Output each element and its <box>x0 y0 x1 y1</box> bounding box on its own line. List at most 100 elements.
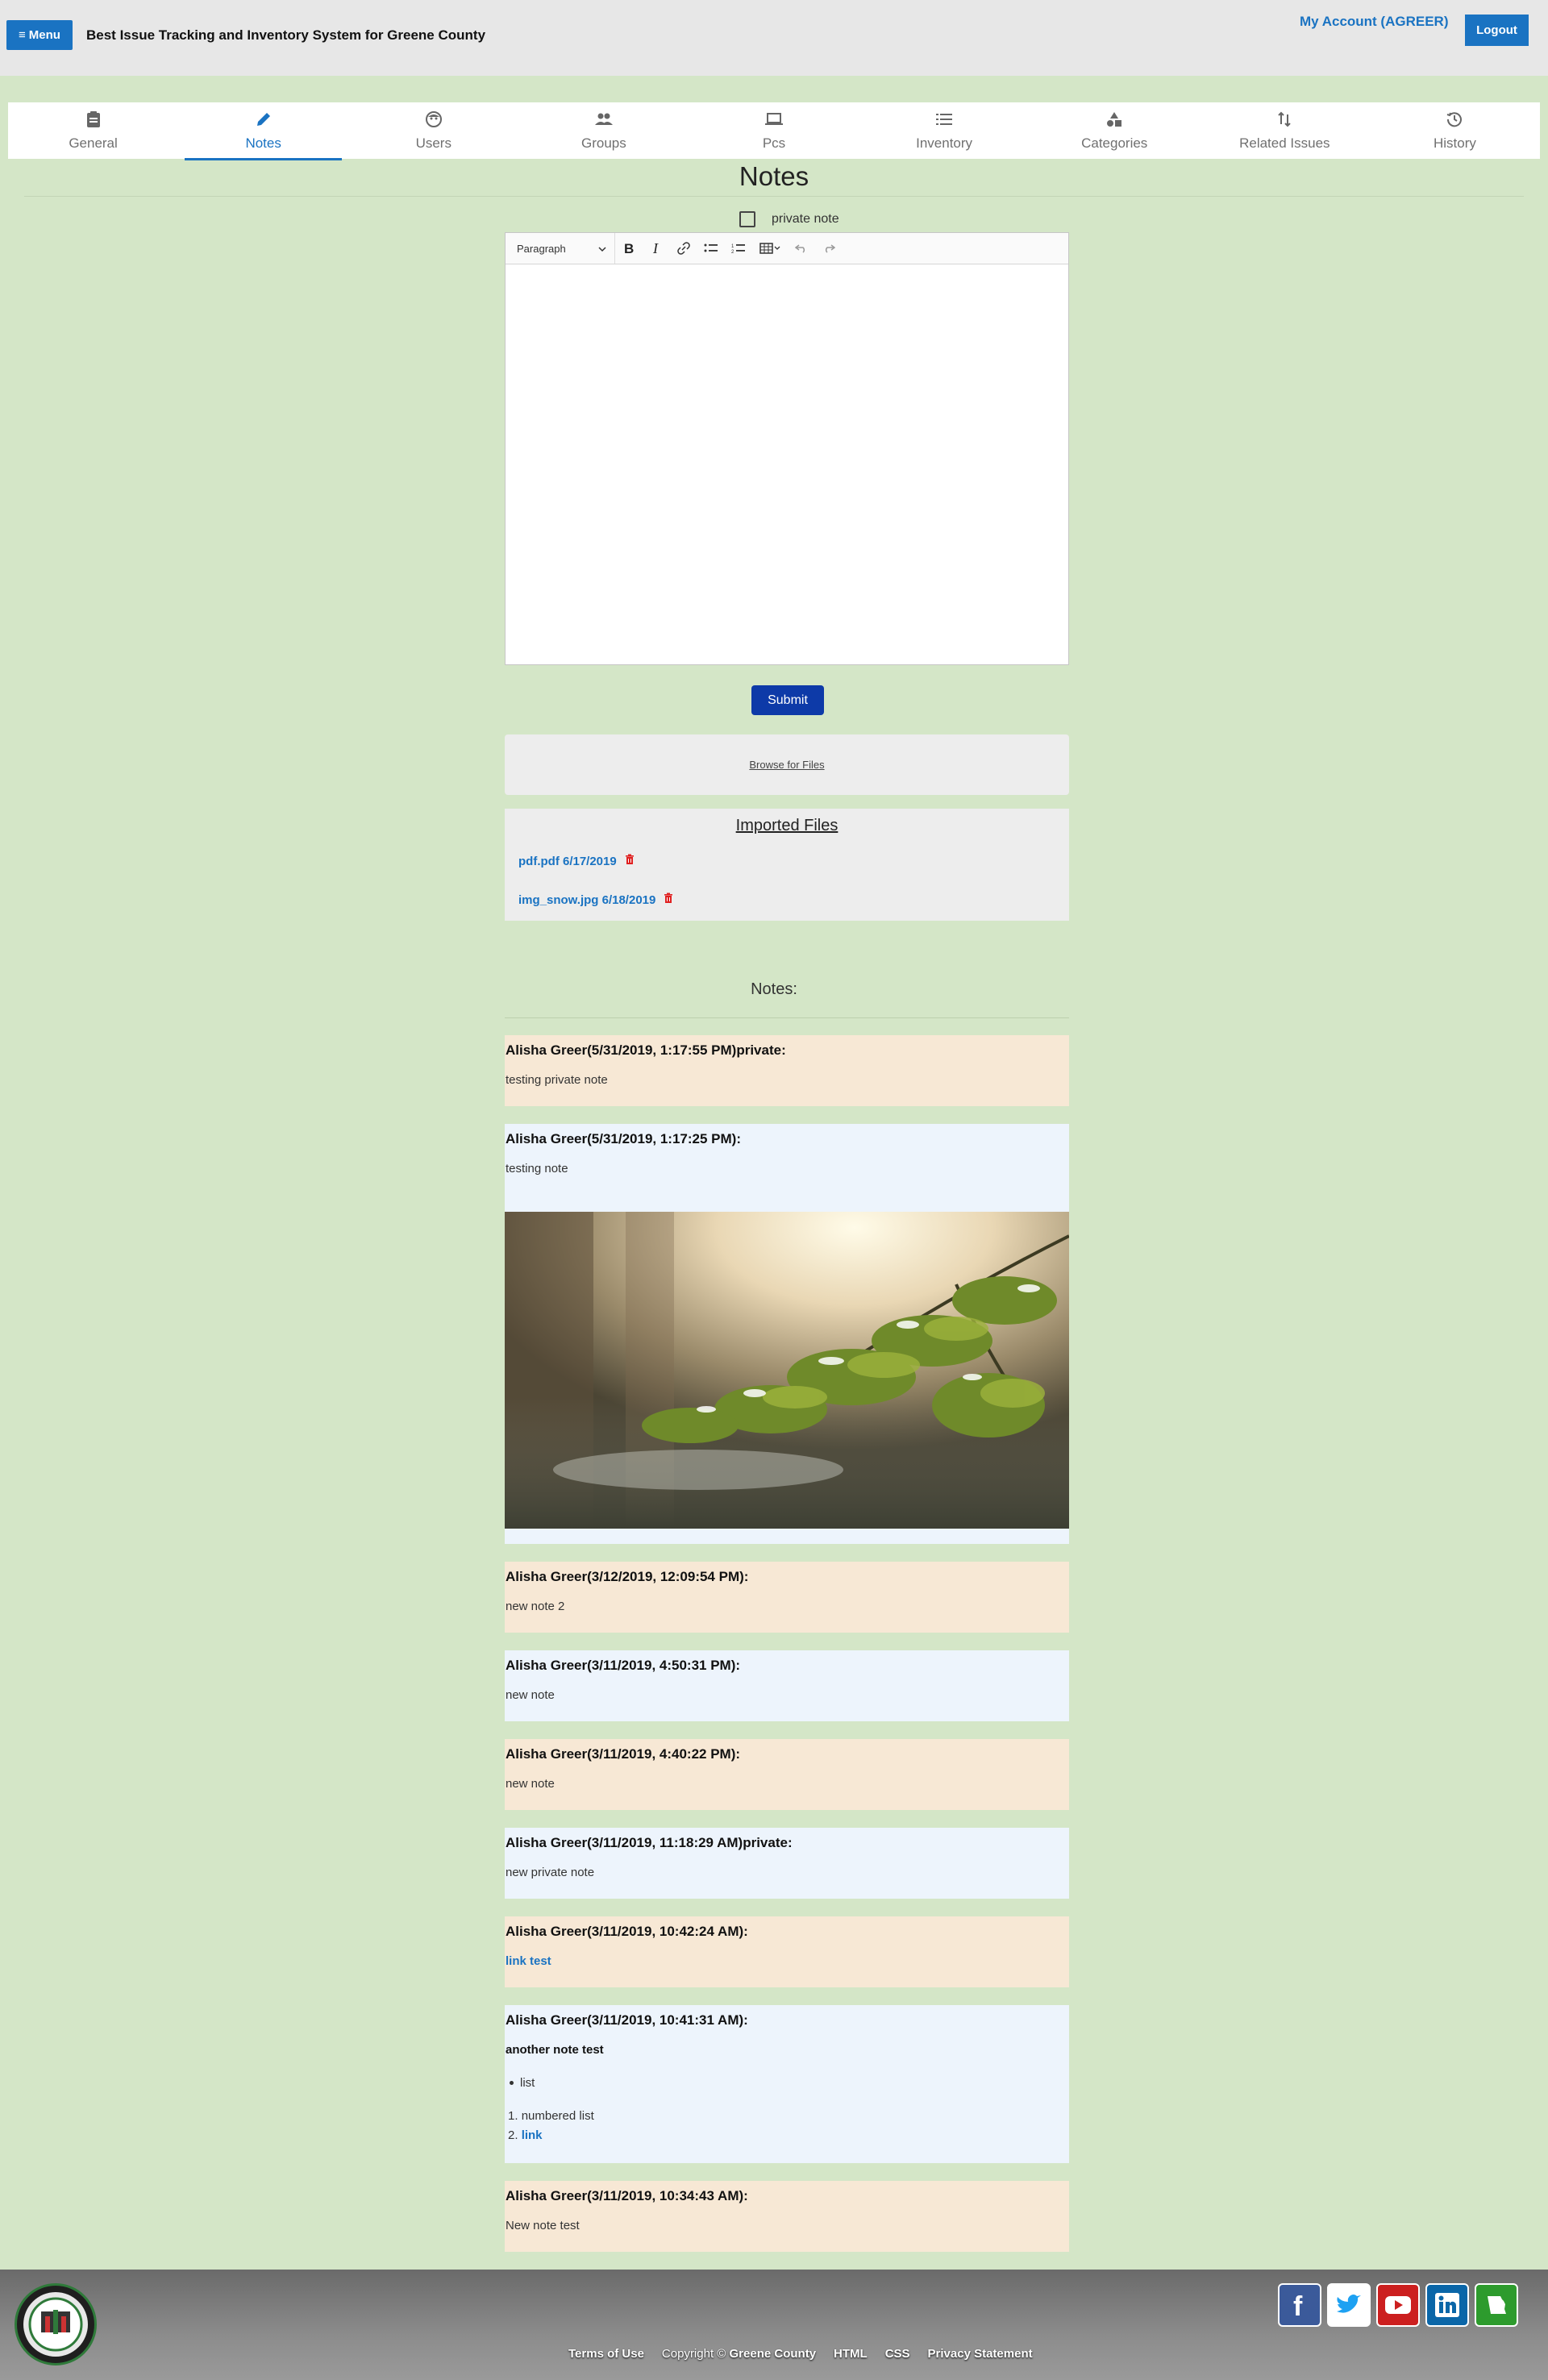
private-note-label: private note <box>772 212 839 226</box>
italic-button[interactable]: I <box>643 233 670 264</box>
note-header: Alisha Greer(3/11/2019, 11:18:29 AM)priv… <box>506 1835 793 1850</box>
bullet-list-item: list <box>510 2076 535 2090</box>
note-card: Alisha Greer(3/11/2019, 11:18:29 AM)priv… <box>505 1828 1069 1899</box>
note-text: testing private note <box>506 1073 608 1087</box>
imported-files-panel: Imported Files pdf.pdf 6/17/2019 img_sno… <box>505 809 1069 921</box>
note-card: Alisha Greer(3/11/2019, 10:34:43 AM): Ne… <box>505 2181 1069 2252</box>
note-text: new private note <box>506 1866 595 1879</box>
terms-of-use-link[interactable]: Terms of Use <box>568 2347 644 2361</box>
submit-button[interactable]: Submit <box>751 685 824 715</box>
note-header: Alisha Greer(3/11/2019, 10:34:43 AM): <box>506 2188 748 2203</box>
note-link[interactable]: link test <box>506 1954 551 1968</box>
tab-label: Groups <box>581 135 626 151</box>
svg-text:1: 1 <box>731 244 734 249</box>
note-header: Alisha Greer(5/31/2019, 1:17:25 PM): <box>506 1131 741 1146</box>
tab-pcs[interactable]: Pcs <box>689 102 859 159</box>
imported-files-title: Imported Files <box>735 817 838 834</box>
paragraph-dropdown[interactable]: Paragraph <box>506 233 615 264</box>
tab-general[interactable]: General <box>8 102 178 159</box>
bullet-icon <box>510 2081 514 2085</box>
note-card: Alisha Greer(5/31/2019, 1:17:55 PM)priva… <box>505 1035 1069 1106</box>
pencil-icon <box>255 106 273 133</box>
paragraph-label: Paragraph <box>517 242 566 255</box>
tab-categories[interactable]: Categories <box>1030 102 1200 159</box>
editor-content-area[interactable] <box>506 264 1068 664</box>
linkedin-icon[interactable] <box>1425 2283 1469 2327</box>
notes-divider <box>505 1017 1069 1018</box>
chevron-down-icon <box>598 243 606 255</box>
bold-button[interactable]: B <box>615 233 643 264</box>
numbered-list-button[interactable]: 12 <box>725 233 752 264</box>
tab-label: Related Issues <box>1239 135 1330 151</box>
notes-heading: Notes: <box>751 980 797 998</box>
footer-links: Terms of Use Copyright © Greene County H… <box>568 2347 1033 2361</box>
link-icon <box>677 242 690 255</box>
sort-arrows-icon <box>1276 106 1292 133</box>
file-link[interactable]: img_snow.jpg 6/18/2019 <box>518 893 655 907</box>
editor-toolbar: Paragraph B I 12 <box>506 233 1068 264</box>
note-card: Alisha Greer(3/11/2019, 4:50:31 PM): new… <box>505 1650 1069 1721</box>
numbered-list-icon: 12 <box>731 244 745 254</box>
private-note-toggle[interactable]: private note <box>739 211 839 227</box>
tab-label: Users <box>415 135 452 151</box>
italic-icon: I <box>652 242 659 255</box>
group-icon <box>594 106 614 133</box>
tab-users[interactable]: Users <box>348 102 518 159</box>
bullet-text: list <box>520 2076 535 2090</box>
tab-groups[interactable]: Groups <box>518 102 689 159</box>
my-account-link[interactable]: My Account (AGREER) <box>1300 14 1449 30</box>
trash-icon[interactable] <box>664 892 673 907</box>
html-link[interactable]: HTML <box>834 2347 868 2361</box>
note-text: new note 2 <box>506 1600 565 1613</box>
insert-table-button[interactable] <box>752 233 788 264</box>
note-card: Alisha Greer(3/11/2019, 10:42:24 AM): li… <box>505 1916 1069 1987</box>
note-text: new note <box>506 1777 555 1791</box>
facebook-icon[interactable]: f <box>1278 2283 1321 2327</box>
file-link[interactable]: pdf.pdf 6/17/2019 <box>518 855 617 868</box>
note-link[interactable]: link <box>522 2128 543 2142</box>
bulleted-list-button[interactable] <box>697 233 725 264</box>
note-card: Alisha Greer(3/12/2019, 12:09:54 PM): ne… <box>505 1562 1069 1633</box>
redo-icon <box>825 244 835 253</box>
tab-label: History <box>1433 135 1476 151</box>
bullet-list-icon <box>704 243 718 252</box>
trash-icon[interactable] <box>625 854 635 868</box>
css-link[interactable]: CSS <box>885 2347 910 2361</box>
note-header: Alisha Greer(3/11/2019, 4:50:31 PM): <box>506 1658 741 1673</box>
note-text: New note test <box>506 2219 580 2232</box>
youtube-icon[interactable] <box>1376 2283 1420 2327</box>
missouri-icon[interactable] <box>1475 2283 1518 2327</box>
clipboard-icon <box>85 106 102 133</box>
tab-related-issues[interactable]: Related Issues <box>1200 102 1370 159</box>
list-icon <box>935 106 953 133</box>
note-header: Alisha Greer(3/11/2019, 10:41:31 AM): <box>506 2012 748 2028</box>
hamburger-icon: ≡ <box>19 28 26 42</box>
page-title: Notes <box>739 161 809 191</box>
note-text: another note test <box>506 2043 604 2057</box>
undo-icon <box>795 244 805 253</box>
file-item: img_snow.jpg 6/18/2019 <box>518 892 673 907</box>
shapes-icon <box>1105 106 1123 133</box>
twitter-icon[interactable] <box>1327 2283 1371 2327</box>
redo-button[interactable] <box>815 233 843 264</box>
note-card: Alisha Greer(3/11/2019, 10:41:31 AM): an… <box>505 2005 1069 2163</box>
link-button[interactable] <box>670 233 697 264</box>
file-drop-zone[interactable]: Browse for Files <box>505 734 1069 795</box>
tab-label: Categories <box>1081 135 1148 151</box>
numbered-list-item: 1. numbered list <box>508 2109 594 2123</box>
note-header: Alisha Greer(5/31/2019, 1:17:55 PM)priva… <box>506 1042 786 1058</box>
menu-button[interactable]: ≡ Menu <box>6 20 73 50</box>
tab-history[interactable]: History <box>1370 102 1540 159</box>
tab-inventory[interactable]: Inventory <box>859 102 1030 159</box>
county-seal-logo[interactable] <box>15 2283 97 2365</box>
logout-button[interactable]: Logout <box>1465 15 1529 46</box>
browse-files-link[interactable]: Browse for Files <box>749 759 824 771</box>
copyright-owner[interactable]: Greene County <box>730 2347 817 2361</box>
note-header: Alisha Greer(3/11/2019, 10:42:24 AM): <box>506 1924 748 1939</box>
note-header: Alisha Greer(3/11/2019, 4:40:22 PM): <box>506 1746 741 1762</box>
privacy-statement-link[interactable]: Privacy Statement <box>928 2347 1033 2361</box>
note-card: Alisha Greer(3/11/2019, 4:40:22 PM): new… <box>505 1739 1069 1810</box>
undo-button[interactable] <box>788 233 815 264</box>
private-note-checkbox[interactable] <box>739 211 755 227</box>
tab-notes[interactable]: Notes <box>178 102 348 160</box>
